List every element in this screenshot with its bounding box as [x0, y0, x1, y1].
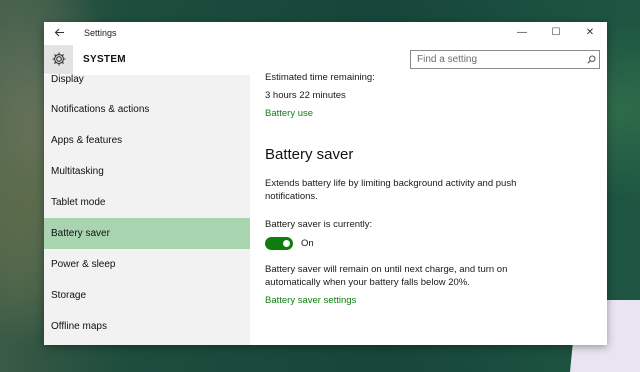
sidebar-item-label: Battery saver: [51, 228, 110, 239]
title-bar: Settings — ☐ ✕: [44, 22, 607, 43]
note-line-1: Battery saver will remain on until next …: [265, 264, 508, 275]
gear-icon: [52, 52, 65, 66]
sidebar-item-power-sleep[interactable]: Power & sleep: [44, 249, 250, 280]
status-label: Battery saver is currently:: [265, 219, 373, 230]
battery-use-link[interactable]: Battery use: [265, 108, 313, 119]
sidebar-item-apps[interactable]: Apps & features: [44, 125, 250, 156]
estimated-time-value: 3 hours 22 minutes: [265, 90, 346, 101]
close-button[interactable]: ✕: [573, 22, 607, 43]
sidebar-item-storage[interactable]: Storage: [44, 280, 250, 311]
sidebar-nav: Display Notifications & actions Apps & f…: [44, 74, 250, 345]
sidebar-item-label: Storage: [51, 290, 87, 301]
sidebar-item-offline-maps[interactable]: Offline maps: [44, 311, 250, 342]
sidebar-item-label: Power & sleep: [51, 259, 116, 270]
sidebar-item-label: Notifications & actions: [51, 104, 150, 115]
window-controls: — ☐ ✕: [505, 22, 607, 43]
search-box[interactable]: [410, 50, 600, 69]
sidebar-item-label: Multitasking: [51, 166, 104, 177]
sidebar-item-tablet-mode[interactable]: Tablet mode: [44, 187, 250, 218]
window-title: Settings: [84, 27, 117, 38]
content-pane: Estimated time remaining: 3 hours 22 min…: [250, 72, 607, 345]
back-button[interactable]: [44, 22, 74, 43]
note-line-2: automatically when your battery falls be…: [265, 277, 470, 288]
arrow-left-icon: [54, 28, 64, 37]
minimize-icon: —: [517, 27, 527, 38]
battery-saver-settings-link[interactable]: Battery saver settings: [265, 295, 356, 306]
minimize-button[interactable]: —: [505, 22, 539, 43]
section-title: SYSTEM: [83, 53, 126, 65]
sidebar-item-display[interactable]: Display: [44, 70, 250, 88]
battery-saver-heading: Battery saver: [265, 146, 354, 163]
close-icon: ✕: [585, 27, 595, 38]
settings-window: Settings — ☐ ✕ SYSTEM Find a setting Dis…: [44, 22, 607, 345]
maximize-button[interactable]: ☐: [539, 22, 573, 43]
sidebar-item-label: Tablet mode: [51, 197, 106, 208]
toggle-knob: [283, 240, 290, 247]
sidebar-item-battery-saver[interactable]: Battery saver: [44, 218, 250, 249]
sidebar-item-multitasking[interactable]: Multitasking: [44, 156, 250, 187]
search-input[interactable]: [411, 52, 583, 67]
sidebar-item-label: Apps & features: [51, 135, 123, 146]
description-line-1: Extends battery life by limiting backgro…: [265, 178, 517, 189]
description-line-2: notifications.: [265, 191, 318, 202]
search-icon[interactable]: [583, 51, 599, 68]
sidebar-item-label: Display: [51, 73, 84, 85]
estimated-time-label: Estimated time remaining:: [265, 72, 375, 83]
toggle-state-label: On: [301, 238, 314, 249]
sidebar-item-notifications[interactable]: Notifications & actions: [44, 94, 250, 125]
battery-saver-toggle[interactable]: [265, 237, 293, 250]
sidebar-item-label: Offline maps: [51, 321, 107, 332]
maximize-icon: ☐: [551, 27, 561, 38]
